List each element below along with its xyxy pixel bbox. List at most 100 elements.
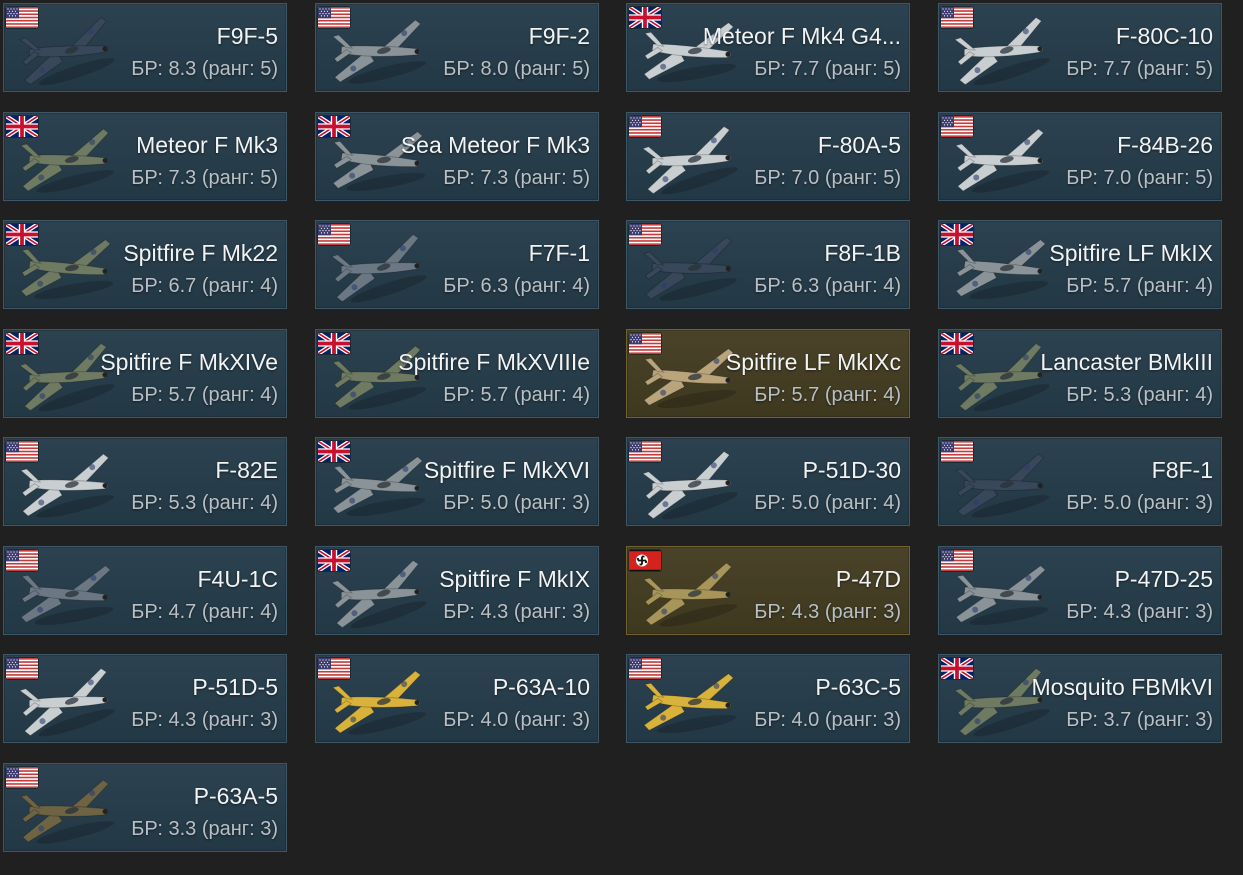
vehicle-card[interactable]: F9F-2 БР: 8.0 (ранг: 5)	[315, 3, 599, 92]
uk-flag-icon	[6, 333, 38, 354]
vehicle-name: Lancaster BMkIII	[1040, 349, 1213, 375]
battle-rating: БР: 5.0 (ранг: 3)	[1066, 492, 1213, 514]
vehicle-name: P-63A-10	[492, 674, 590, 700]
vehicle-card[interactable]: Spitfire LF MkIX БР: 5.7 (ранг: 4)	[938, 220, 1222, 309]
usa-flag-icon	[941, 550, 973, 571]
uk-flag-icon	[629, 7, 661, 28]
battle-rating: БР: 7.0 (ранг: 5)	[754, 167, 901, 189]
vehicle-card[interactable]: F7F-1 БР: 6.3 (ранг: 4)	[315, 220, 599, 309]
vehicle-name: P-51D-5	[192, 674, 278, 700]
vehicle-card[interactable]: Meteor F Mk4 G4... БР: 7.7 (ранг: 5)	[626, 3, 910, 92]
vehicle-name: Spitfire F MkXVIIIe	[398, 349, 590, 375]
usa-flag-icon	[629, 333, 661, 354]
vehicle-name: Spitfire LF MkIXc	[725, 349, 901, 375]
vehicle-name: F8F-1B	[824, 240, 901, 266]
vehicle-card[interactable]: F4U-1C БР: 4.7 (ранг: 4)	[3, 546, 287, 635]
vehicle-card[interactable]: Spitfire LF MkIXc БР: 5.7 (ранг: 4)	[626, 329, 910, 418]
vehicle-card[interactable]: F8F-1B БР: 6.3 (ранг: 4)	[626, 220, 910, 309]
vehicle-name: Spitfire F Mk22	[123, 240, 278, 266]
battle-rating: БР: 7.3 (ранг: 5)	[443, 167, 590, 189]
usa-flag-icon	[318, 7, 350, 28]
usa-flag-icon	[629, 116, 661, 137]
vehicle-card[interactable]: Spitfire F Mk22 БР: 6.7 (ранг: 4)	[3, 220, 287, 309]
battle-rating: БР: 4.0 (ранг: 3)	[754, 709, 901, 731]
battle-rating: БР: 5.7 (ранг: 4)	[443, 384, 590, 406]
vehicle-name: P-47D	[835, 566, 901, 592]
vehicle-name: Spitfire LF MkIX	[1049, 240, 1213, 266]
uk-flag-icon	[318, 441, 350, 462]
battle-rating: БР: 6.3 (ранг: 4)	[754, 275, 901, 297]
vehicle-name: F-80C-10	[1115, 23, 1213, 49]
uk-flag-icon	[941, 333, 973, 354]
vehicle-card[interactable]: F-80C-10 БР: 7.7 (ранг: 5)	[938, 3, 1222, 92]
battle-rating: БР: 7.3 (ранг: 5)	[131, 167, 278, 189]
vehicle-name: Spitfire F MkXVI	[423, 457, 590, 483]
vehicle-card[interactable]: P-51D-30 БР: 5.0 (ранг: 4)	[626, 437, 910, 526]
vehicle-name: Meteor F Mk4 G4...	[702, 23, 901, 49]
usa-flag-icon	[6, 550, 38, 571]
germany-flag-icon	[629, 550, 661, 571]
battle-rating: БР: 3.7 (ранг: 3)	[1066, 709, 1213, 731]
vehicle-name: P-63C-5	[815, 674, 901, 700]
vehicle-card[interactable]: Spitfire F MkXIVe БР: 5.7 (ранг: 4)	[3, 329, 287, 418]
vehicle-card[interactable]: Sea Meteor F Mk3 БР: 7.3 (ранг: 5)	[315, 112, 599, 201]
battle-rating: БР: 4.3 (ранг: 3)	[443, 601, 590, 623]
vehicle-name: P-51D-30	[802, 457, 901, 483]
vehicle-card[interactable]: F-80A-5 БР: 7.0 (ранг: 5)	[626, 112, 910, 201]
battle-rating: БР: 5.7 (ранг: 4)	[1066, 275, 1213, 297]
vehicle-card[interactable]: Spitfire F MkXVI БР: 5.0 (ранг: 3)	[315, 437, 599, 526]
uk-flag-icon	[941, 224, 973, 245]
vehicle-name: F-82E	[215, 457, 278, 483]
vehicle-card[interactable]: F8F-1 БР: 5.0 (ранг: 3)	[938, 437, 1222, 526]
usa-flag-icon	[629, 441, 661, 462]
usa-flag-icon	[6, 441, 38, 462]
battle-rating: БР: 6.3 (ранг: 4)	[443, 275, 590, 297]
vehicle-name: Spitfire F MkXIVe	[100, 349, 278, 375]
vehicle-card[interactable]: Spitfire F MkIX БР: 4.3 (ранг: 3)	[315, 546, 599, 635]
vehicle-card[interactable]: P-63A-5 БР: 3.3 (ранг: 3)	[3, 763, 287, 852]
usa-flag-icon	[318, 224, 350, 245]
battle-rating: БР: 6.7 (ранг: 4)	[131, 275, 278, 297]
battle-rating: БР: 3.3 (ранг: 3)	[131, 818, 278, 840]
vehicle-card[interactable]: P-47D БР: 4.3 (ранг: 3)	[626, 546, 910, 635]
vehicle-name: Spitfire F MkIX	[439, 566, 590, 592]
vehicle-card[interactable]: F9F-5 БР: 8.3 (ранг: 5)	[3, 3, 287, 92]
usa-flag-icon	[941, 7, 973, 28]
vehicle-card[interactable]: P-63C-5 БР: 4.0 (ранг: 3)	[626, 654, 910, 743]
uk-flag-icon	[941, 658, 973, 679]
battle-rating: БР: 5.3 (ранг: 4)	[131, 492, 278, 514]
battle-rating: БР: 5.3 (ранг: 4)	[1066, 384, 1213, 406]
uk-flag-icon	[318, 550, 350, 571]
uk-flag-icon	[6, 116, 38, 137]
vehicle-card[interactable]: P-51D-5 БР: 4.3 (ранг: 3)	[3, 654, 287, 743]
usa-flag-icon	[629, 224, 661, 245]
vehicle-card[interactable]: Spitfire F MkXVIIIe БР: 5.7 (ранг: 4)	[315, 329, 599, 418]
vehicle-card[interactable]: F-84B-26 БР: 7.0 (ранг: 5)	[938, 112, 1222, 201]
vehicle-name: F-84B-26	[1117, 132, 1213, 158]
vehicle-name: F-80A-5	[817, 132, 901, 158]
vehicle-name: F8F-1	[1151, 457, 1213, 483]
vehicle-name: Meteor F Mk3	[136, 132, 278, 158]
battle-rating: БР: 7.7 (ранг: 5)	[1066, 58, 1213, 80]
battle-rating: БР: 4.3 (ранг: 3)	[754, 601, 901, 623]
battle-rating: БР: 4.7 (ранг: 4)	[131, 601, 278, 623]
battle-rating: БР: 8.3 (ранг: 5)	[131, 58, 278, 80]
usa-flag-icon	[6, 658, 38, 679]
battle-rating: БР: 7.0 (ранг: 5)	[1066, 167, 1213, 189]
vehicle-card[interactable]: F-82E БР: 5.3 (ранг: 4)	[3, 437, 287, 526]
uk-flag-icon	[6, 224, 38, 245]
vehicle-name: Mosquito FBMkVI	[1031, 674, 1214, 700]
vehicle-card[interactable]: P-47D-25 БР: 4.3 (ранг: 3)	[938, 546, 1222, 635]
usa-flag-icon	[629, 658, 661, 679]
vehicle-name: P-63A-5	[193, 783, 278, 809]
usa-flag-icon	[941, 441, 973, 462]
vehicle-card[interactable]: P-63A-10 БР: 4.0 (ранг: 3)	[315, 654, 599, 743]
vehicle-name: F9F-5	[216, 23, 278, 49]
vehicle-card[interactable]: Lancaster BMkIII БР: 5.3 (ранг: 4)	[938, 329, 1222, 418]
vehicle-name: Sea Meteor F Mk3	[400, 132, 590, 158]
vehicle-card[interactable]: Meteor F Mk3 БР: 7.3 (ранг: 5)	[3, 112, 287, 201]
uk-flag-icon	[318, 333, 350, 354]
battle-rating: БР: 4.3 (ранг: 3)	[131, 709, 278, 731]
vehicle-name: F7F-1	[528, 240, 590, 266]
vehicle-card[interactable]: Mosquito FBMkVI БР: 3.7 (ранг: 3)	[938, 654, 1222, 743]
